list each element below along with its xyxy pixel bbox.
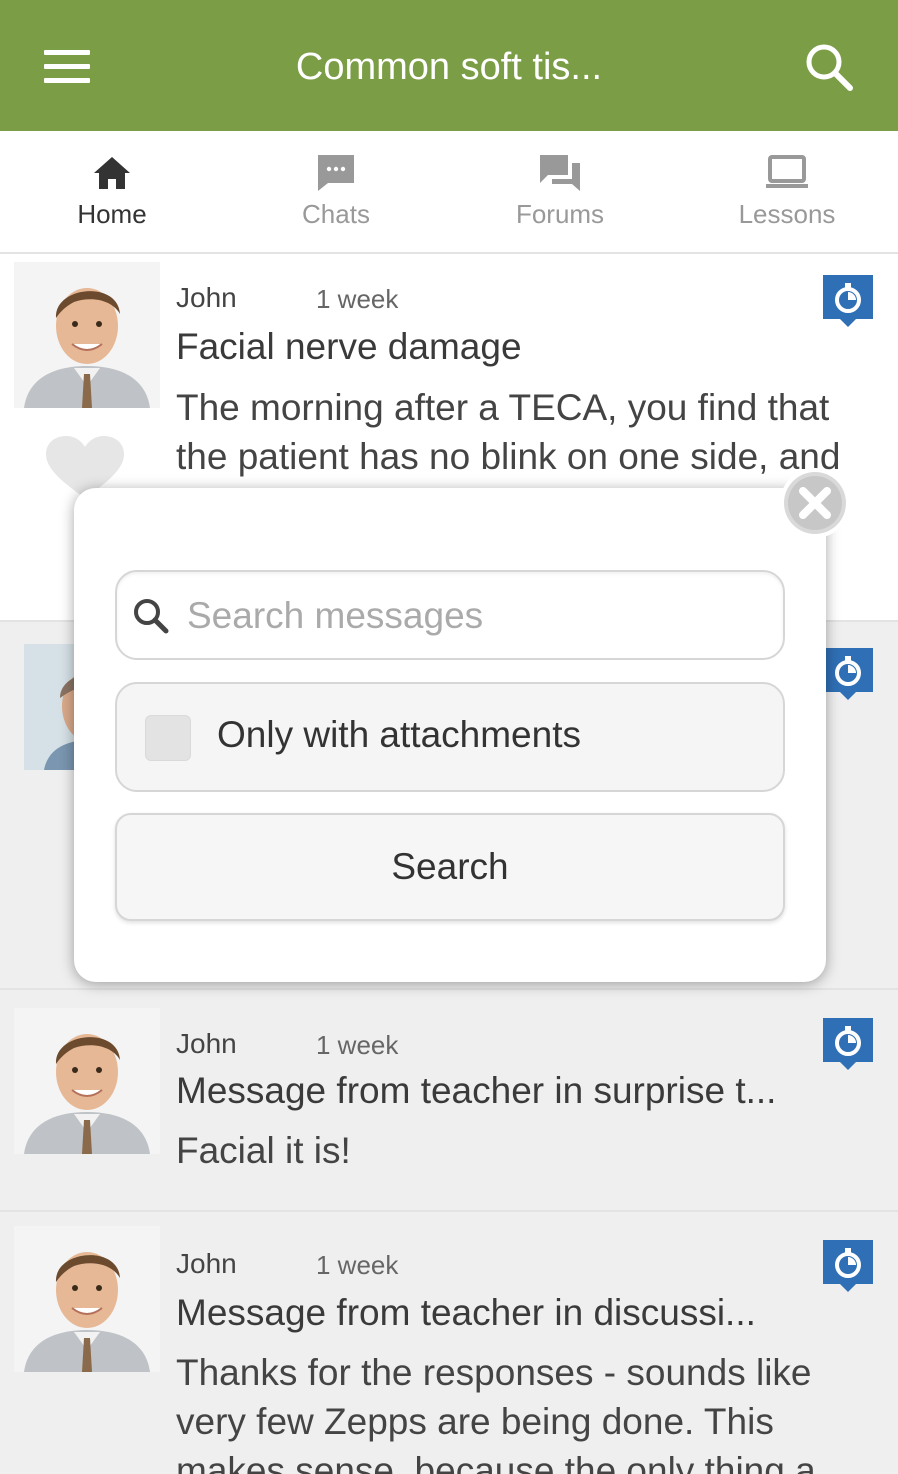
search-icon	[131, 596, 171, 636]
message-title: Message from teacher in surprise t...	[176, 1070, 777, 1111]
timestamp: 1 week	[316, 1250, 399, 1280]
message-title: Message from teacher in discussi...	[176, 1292, 756, 1333]
author-name: John	[176, 1028, 237, 1059]
stopwatch-icon	[823, 275, 873, 327]
page-title: Common soft tis...	[295, 46, 603, 88]
timestamp: 1 week	[316, 1030, 399, 1060]
laptop-icon	[765, 153, 809, 193]
app-header: Common soft tis...	[0, 0, 898, 131]
message-preview: Thanks for the responses - sounds like v…	[176, 1352, 816, 1474]
hamburger-menu-icon[interactable]	[44, 50, 90, 84]
tab-home[interactable]: Home	[0, 131, 224, 252]
tab-forums[interactable]: Forums	[448, 131, 672, 252]
stopwatch-icon	[823, 648, 873, 700]
avatar	[14, 1226, 160, 1372]
author-name: John	[176, 1248, 237, 1279]
tab-label: Lessons	[738, 199, 836, 229]
attachments-label: Only with attachments	[217, 714, 581, 755]
tab-label: Chats	[302, 199, 370, 229]
list-item[interactable]: John 1 week Message from teacher in surp…	[0, 990, 898, 1212]
search-messages-field	[115, 570, 785, 660]
list-item[interactable]: John 1 week Message from teacher in disc…	[0, 1212, 898, 1474]
timestamp: 1 week	[316, 284, 399, 314]
forum-icon	[538, 153, 582, 193]
tab-label: Home	[77, 199, 147, 229]
tab-chats[interactable]: Chats	[224, 131, 448, 252]
message-preview: Facial it is!	[176, 1130, 351, 1171]
home-icon	[90, 153, 134, 193]
search-button[interactable]: Search	[115, 813, 785, 921]
tab-bar: Home Chats Forums Lessons	[0, 131, 898, 254]
attachments-filter[interactable]: Only with attachments	[115, 682, 785, 792]
tab-label: Forums	[515, 199, 605, 229]
stopwatch-icon	[823, 1240, 873, 1292]
chat-bubble-icon	[314, 153, 358, 193]
avatar	[14, 262, 160, 408]
stopwatch-icon	[823, 1018, 873, 1070]
tab-lessons[interactable]: Lessons	[676, 131, 898, 252]
author-name: John	[176, 282, 237, 313]
message-title: Facial nerve damage	[176, 326, 522, 367]
search-input[interactable]	[187, 586, 767, 646]
attachments-checkbox[interactable]	[145, 715, 191, 761]
search-icon[interactable]	[802, 40, 858, 96]
message-preview: The morning after a TECA, you find that …	[176, 387, 841, 477]
avatar	[14, 1008, 160, 1154]
close-circle-icon[interactable]	[778, 466, 852, 540]
